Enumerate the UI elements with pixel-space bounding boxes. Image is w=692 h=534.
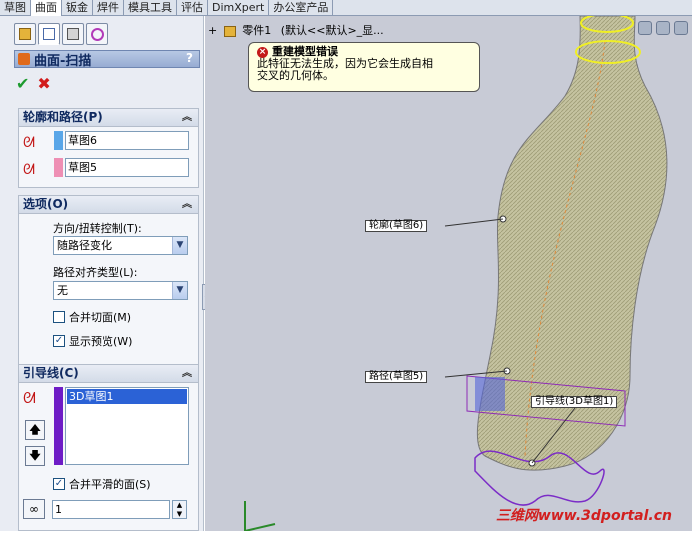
spinner-arrows[interactable]: ▲ ▼: [172, 500, 187, 519]
move-down-button[interactable]: 🡇: [25, 446, 45, 466]
panel-tab-bar: [14, 23, 128, 45]
tab-dimxpert[interactable]: DimXpert: [208, 0, 270, 16]
guide-count-spinner[interactable]: 1: [52, 500, 170, 519]
dimxpert-tab[interactable]: [86, 23, 108, 45]
orientation-label: 方向/扭转控制(T):: [53, 222, 142, 235]
target-icon: [90, 27, 104, 41]
zoom-icon[interactable]: [638, 21, 652, 35]
configuration-icon: [67, 28, 79, 40]
options-group: 选项(O) ︽ 方向/扭转控制(T): 随路径变化 ▼ 路径对齐类型(L): 无 ▼ …: [18, 195, 199, 371]
feature-tree-flyout: + 零件1 (默认<<默认>_显...: [208, 22, 384, 38]
tab-sketch[interactable]: 草图: [0, 0, 31, 16]
config-name: (默认<<默认>_显...: [280, 24, 384, 37]
guide-color-swatch: [54, 387, 63, 465]
error-icon: ×: [257, 46, 268, 58]
glasses-icon[interactable]: ∞: [23, 499, 45, 519]
chevron-down-icon[interactable]: ▼: [172, 237, 187, 254]
tab-surface[interactable]: 曲面: [31, 0, 62, 16]
merge-smooth-label: 合并平滑的面(S): [69, 478, 151, 491]
feature-title-bar: 曲面-扫描 ?: [14, 50, 200, 69]
display-style-icon[interactable]: [674, 21, 688, 35]
guide-list-item[interactable]: 3D草图1: [67, 389, 187, 404]
profile-callout[interactable]: 轮廓(草图6): [365, 220, 428, 232]
align-select[interactable]: 无 ▼: [53, 281, 188, 300]
ok-checkmark-icon[interactable]: ✔: [16, 74, 29, 93]
configuration-tab[interactable]: [62, 23, 84, 45]
guide-curve-icon: ᘛ: [23, 389, 36, 407]
path-color-swatch: [54, 158, 63, 177]
tab-office[interactable]: 办公室产品: [269, 0, 334, 16]
view-toolbar: [638, 16, 692, 40]
show-preview-label: 显示预览(W): [69, 335, 133, 348]
merge-tangent-checkbox[interactable]: [53, 311, 65, 323]
chevron-down-icon[interactable]: ▼: [172, 282, 187, 299]
command-manager-tabs: 草图 曲面 钣金 焊件 模具工具 评估 DimXpert 办公室产品: [0, 0, 692, 16]
help-icon[interactable]: ?: [186, 51, 193, 65]
property-manager-panel: 曲面-扫描 ? ✔ ✖ 轮廓和路径(P) ︽ ᘛ 草图6 ᘛ 草图5 选项(O) ︽…: [0, 16, 210, 531]
sweep-icon: [18, 53, 30, 65]
feature-tree-tab[interactable]: [14, 23, 36, 45]
part-icon: [223, 25, 236, 37]
profile-path-header[interactable]: 轮廓和路径(P) ︽: [19, 109, 198, 127]
view-orientation-icon[interactable]: [656, 21, 670, 35]
watermark: 三维网www.3dportal.cn: [495, 508, 672, 524]
path-icon: ᘛ: [23, 162, 35, 178]
tab-sheet-metal[interactable]: 钣金: [62, 0, 93, 16]
profile-icon: ᘛ: [23, 135, 35, 151]
model-svg: [244, 13, 668, 532]
error-line-2: 交叉的几何体。: [257, 69, 334, 82]
orientation-select[interactable]: 随路径变化 ▼: [53, 236, 188, 255]
expand-icon[interactable]: +: [208, 24, 217, 37]
align-label: 路径对齐类型(L):: [53, 266, 138, 279]
guide-callout[interactable]: 引导线(3D草图1): [531, 396, 618, 408]
triad-axes: [244, 501, 276, 532]
path-callout[interactable]: 路径(草图5): [365, 371, 428, 383]
part-name[interactable]: 零件1: [242, 24, 271, 37]
profile-selection-field[interactable]: 草图6: [65, 131, 189, 150]
merge-smooth-checkbox[interactable]: ✓: [53, 478, 65, 490]
profile-leader: [444, 218, 504, 227]
show-preview-checkbox[interactable]: ✓: [53, 335, 65, 347]
guide-list[interactable]: 3D草图1: [65, 387, 189, 465]
path-selection-field[interactable]: 草图5: [65, 158, 189, 177]
merge-tangent-label: 合并切面(M): [69, 311, 132, 324]
options-header[interactable]: 选项(O) ︽: [19, 196, 198, 214]
cancel-x-icon[interactable]: ✖: [37, 74, 50, 93]
property-icon: [43, 28, 55, 40]
collapse-icon[interactable]: ︽: [182, 109, 192, 126]
error-tooltip: × 重建模型错误 此特征无法生成，因为它会生成自相 交叉的几何体。: [248, 42, 480, 92]
feature-tree-icon: [19, 28, 31, 40]
collapse-icon[interactable]: ︽: [182, 196, 192, 213]
tab-weldments[interactable]: 焊件: [93, 0, 124, 16]
guide-curves-header[interactable]: 引导线(C) ︽: [19, 365, 198, 383]
guide-curves-group: 引导线(C) ︽ ᘛ 3D草图1 🡅 🡇 ✓ 合并平滑的面(S) ∞ 1 ▲ ▼: [18, 364, 199, 531]
ok-cancel-bar: ✔ ✖: [16, 74, 51, 93]
plane-grid: [475, 377, 505, 411]
tab-evaluate[interactable]: 评估: [177, 0, 208, 16]
profile-color-swatch: [54, 131, 63, 150]
tab-mold-tools[interactable]: 模具工具: [124, 0, 177, 16]
collapse-icon[interactable]: ︽: [182, 365, 192, 382]
profile-path-group: 轮廓和路径(P) ︽ ᘛ 草图6 ᘛ 草图5: [18, 108, 199, 188]
feature-title: 曲面-扫描: [34, 53, 92, 69]
move-up-button[interactable]: 🡅: [25, 420, 45, 440]
property-manager-tab[interactable]: [38, 23, 60, 45]
graphics-viewport[interactable]: [205, 13, 692, 532]
